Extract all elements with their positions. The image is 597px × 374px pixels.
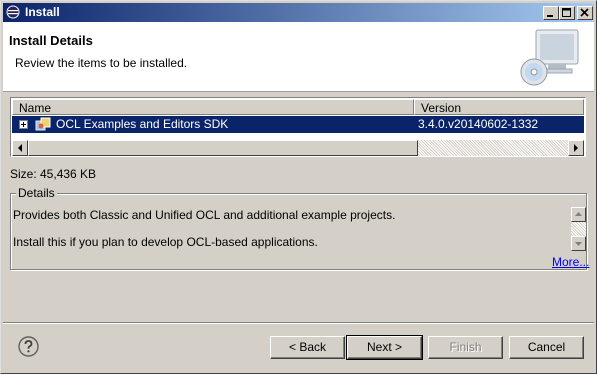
minimize-icon <box>547 15 553 17</box>
item-version: 3.4.0.v20140602-1332 <box>418 117 539 131</box>
window-title: Install <box>25 5 60 19</box>
maximize-icon <box>562 8 571 17</box>
scroll-thumb[interactable] <box>28 140 418 156</box>
page-description: Review the items to be installed. <box>15 56 188 70</box>
column-header-name[interactable]: Name <box>12 99 414 115</box>
details-group: Details Provides both Classic and Unifie… <box>10 186 589 270</box>
item-name: OCL Examples and Editors SDK <box>56 117 229 131</box>
finish-button[interactable]: Finish <box>428 336 503 359</box>
arrow-left-icon <box>18 144 22 152</box>
minimize-button[interactable] <box>543 6 559 20</box>
next-button[interactable]: Next > <box>346 335 423 360</box>
scroll-track[interactable] <box>418 140 568 156</box>
back-button[interactable]: < Back <box>270 336 345 359</box>
scroll-left-button[interactable] <box>12 140 28 156</box>
close-icon <box>580 8 589 17</box>
eclipse-icon <box>6 5 20 19</box>
scroll-track[interactable] <box>571 222 586 236</box>
close-button[interactable] <box>577 6 593 20</box>
cancel-button[interactable]: Cancel <box>509 336 584 359</box>
scroll-down-button[interactable] <box>571 236 586 251</box>
horizontal-scrollbar[interactable] <box>12 140 584 156</box>
arrow-up-icon <box>575 212 582 216</box>
wizard-header: Install Details Review the items to be i… <box>3 22 594 92</box>
details-vertical-scrollbar[interactable] <box>571 207 586 251</box>
details-text: Install this if you plan to develop OCL-… <box>13 235 318 249</box>
button-bar-separator <box>3 322 594 324</box>
details-legend: Details <box>16 186 57 200</box>
arrow-down-icon <box>575 242 582 246</box>
install-items-table[interactable]: Name Version OCL Examples and Editors SD… <box>10 97 586 157</box>
details-text: Provides both Classic and Unified OCL an… <box>13 208 396 222</box>
maximize-button[interactable] <box>559 6 575 20</box>
install-banner-icon <box>520 29 579 86</box>
scroll-up-button[interactable] <box>571 207 586 222</box>
page-title: Install Details <box>9 33 93 48</box>
install-dialog: Install Install Details Review the items… <box>0 0 597 374</box>
title-bar[interactable]: Install <box>3 3 594 22</box>
arrow-right-icon <box>574 144 578 152</box>
table-row[interactable]: OCL Examples and Editors SDK 3.4.0.v2014… <box>12 116 584 133</box>
feature-icon <box>35 117 51 131</box>
column-header-version[interactable]: Version <box>414 99 584 115</box>
table-header: Name Version <box>12 99 584 115</box>
size-label: Size: 45,436 KB <box>10 167 97 181</box>
help-icon[interactable] <box>18 336 39 357</box>
scroll-right-button[interactable] <box>568 140 584 156</box>
more-link[interactable]: More... <box>552 255 589 269</box>
expand-icon[interactable] <box>19 120 28 129</box>
